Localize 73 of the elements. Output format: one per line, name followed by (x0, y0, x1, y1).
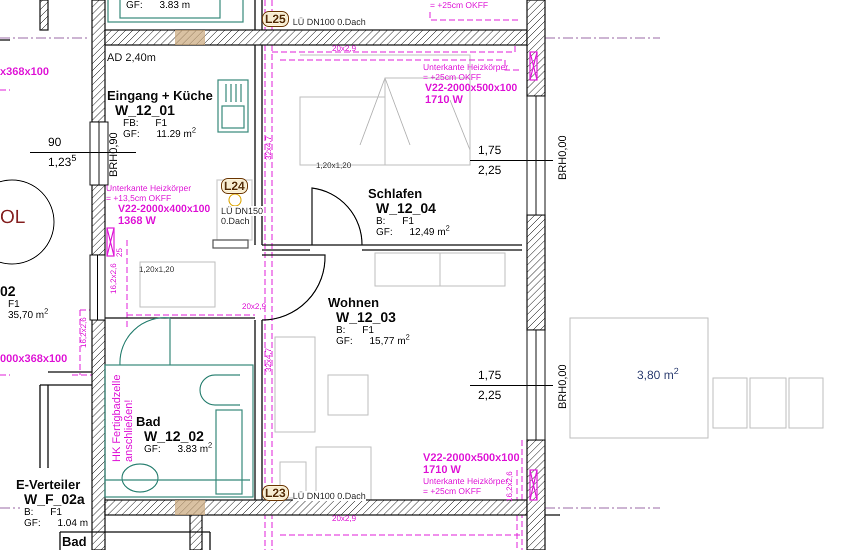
vent-tag: L25 (262, 11, 289, 27)
radiator-model: V22-2000x500x100 (423, 452, 520, 464)
room-detail: F1 (7, 299, 20, 310)
window-width: 1,75 (478, 143, 502, 158)
radiator-icon (529, 51, 538, 81)
sill-height-label: BRH0,00 (557, 135, 569, 180)
room-detail: GF: 1.04 m (23, 518, 88, 529)
room-detail: 35,70 m$^{2}$ (7, 310, 48, 321)
dimension-label: 16,2x2,6 (79, 317, 88, 348)
radiator-label: = +25cm OKFF (430, 0, 488, 10)
dimension-label: AD 2,40m (107, 52, 156, 64)
radiator-power: 1368 W (117, 215, 156, 227)
dimension-label: 16,2x2,6 (109, 263, 118, 294)
room-detail: FB: F1 (122, 118, 168, 129)
room-number: W_12_04 (375, 201, 436, 216)
radiator-label: 000x368x100 (0, 353, 68, 365)
window-height: 2,25 (478, 163, 502, 178)
radiator-model: V22-2000x400x100 (117, 203, 210, 215)
window-width: 1,75 (478, 368, 502, 383)
room-name: Eingang + Küche (107, 88, 213, 103)
installation-note: HK Fertigbadzelle (111, 374, 123, 462)
room-number: W_12_01 (115, 103, 175, 118)
sill-height-label: BRH0,00 (557, 364, 569, 409)
dimension-label: 32x4,7 (264, 348, 273, 372)
radiator-note: = +25cm OKFF (423, 72, 482, 82)
vent-pipe-label: LÜ DN100 0.Dach (292, 17, 366, 27)
vent-pipe-label: LÜ DN150 (221, 206, 264, 216)
room-number: W_12_03 (335, 310, 396, 325)
terrace-area: 3,80 m$^{2}$ (637, 368, 679, 382)
room-number: W_12_02 (143, 429, 204, 444)
vent-pipe-label: 0.Dach (221, 216, 250, 226)
room-detail: GF: 12,49 m$^{2}$ (375, 227, 450, 238)
radiator-model: V22-2000x500x100 (424, 82, 518, 94)
window-icon (90, 254, 106, 320)
vent-pipe-label: LÜ DN100 0.Dach (292, 491, 366, 501)
symbol-label: OL (0, 207, 26, 229)
room-detail: GF: 15,77 m$^{2}$ (335, 336, 410, 347)
installation-note: anschließen! (123, 398, 135, 462)
room-number: 02 (0, 284, 16, 299)
radiator-note: Unterkante Heizkörper (423, 62, 508, 72)
dimension-label: 1,20x1,20 (316, 161, 352, 170)
vent-tag: L24 (221, 178, 248, 194)
radiator-note: = +13,5cm OKFF (106, 193, 172, 203)
window-height: 1,23$^{5}$ (48, 155, 76, 170)
door-swing-icon (311, 187, 363, 246)
radiator-power: 1710 W (423, 464, 461, 476)
radiator-power: 1710 W (424, 94, 463, 106)
room-detail: B: F1 (375, 216, 414, 227)
dimension-label: 20x2,9 (332, 44, 356, 53)
dimension-label: 1,20x1,20 (139, 265, 174, 274)
radiator-note: Unterkante Heizkörper (106, 183, 192, 193)
radiator-icon (529, 469, 538, 501)
radiator-label: x368x100 (0, 66, 49, 78)
dimension-label: 20x2,9 (332, 514, 356, 523)
radiator-note: = +25cm OKFF (423, 486, 482, 496)
room-name: Wohnen (328, 295, 380, 310)
sill-height-label: BRH0,90 (108, 132, 120, 177)
room-name: Bad (62, 534, 87, 549)
window-width: 90 (48, 135, 62, 150)
room-detail: GF: 3.83 m (125, 0, 190, 11)
room-name: Schlafen (368, 186, 422, 201)
dimension-label: 25 (115, 248, 124, 257)
radiator-note: Unterkante Heizkörper (423, 476, 508, 486)
room-detail: B: F1 (335, 325, 374, 336)
room-detail: B: F1 (23, 507, 62, 518)
radiator-icon (106, 227, 115, 257)
room-detail: GF: 3.83 m$^{2}$ (143, 444, 212, 455)
dimension-label: 32x4,7 (264, 136, 273, 160)
room-number: W_F_02a (23, 492, 85, 507)
window-height: 2,25 (478, 388, 502, 403)
room-name: Bad (136, 414, 161, 429)
room-name: E-Verteiler (16, 477, 80, 492)
vent-tag: L23 (262, 485, 289, 501)
